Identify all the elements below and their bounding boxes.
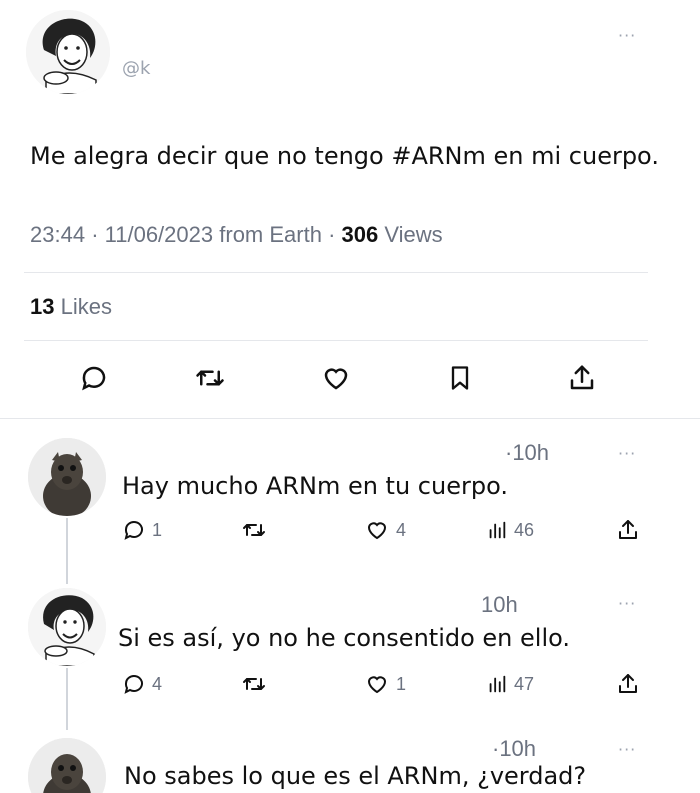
reply-time[interactable]: 10h [481, 592, 518, 618]
bookmark-icon[interactable] [440, 358, 480, 398]
reply-icon [124, 675, 143, 694]
reply-time[interactable]: ·10h [492, 736, 536, 762]
likes-count: 13 [30, 294, 55, 319]
like-count: 4 [396, 519, 407, 540]
tweet-actions [0, 358, 700, 402]
share-icon [619, 674, 637, 693]
likes-summary[interactable]: 13 Likes [30, 294, 112, 320]
more-options-icon[interactable]: ··· [618, 594, 636, 613]
views-button[interactable]: 47 [486, 672, 534, 696]
share-button[interactable] [616, 518, 640, 542]
share-icon [619, 520, 637, 539]
like-icon [367, 522, 387, 540]
author-avatar[interactable] [26, 10, 110, 94]
tweet-date[interactable]: 11/06/2023 [105, 222, 213, 247]
like-button[interactable]: 4 [364, 518, 406, 542]
like-icon[interactable] [316, 358, 356, 398]
reply-button[interactable]: 1 [122, 518, 162, 542]
thread-line [66, 668, 68, 730]
divider [24, 340, 648, 341]
tweet-source: from Earth [219, 222, 322, 247]
share-icon[interactable] [562, 358, 602, 398]
reply-count: 4 [152, 673, 163, 694]
like-count: 1 [396, 673, 407, 694]
reply-time[interactable]: ·10h [505, 440, 549, 466]
thread-line [66, 518, 68, 584]
views-count: 47 [514, 673, 535, 694]
reply-avatar[interactable] [28, 738, 106, 793]
views-icon [489, 521, 506, 539]
more-options-icon[interactable]: ··· [618, 740, 636, 759]
views-label: Views [384, 222, 443, 247]
reply-text: Hay mucho ARNm en tu cuerpo. [122, 472, 508, 500]
retweet-icon [243, 678, 265, 690]
divider [24, 272, 648, 273]
reply-avatar[interactable] [28, 438, 106, 516]
retweet-button[interactable] [240, 672, 268, 696]
reply-count: 1 [152, 519, 163, 540]
views-button[interactable]: 46 [486, 518, 534, 542]
reply-text: Si es así, yo no he consentido en ello. [118, 624, 571, 652]
reply-button[interactable]: 4 [122, 672, 162, 696]
likes-label: Likes [60, 294, 112, 319]
retweet-icon [243, 524, 265, 536]
views-count: 46 [514, 519, 535, 540]
author-handle[interactable]: @k [122, 58, 150, 79]
divider [0, 418, 700, 419]
tweet-text: Me alegra decir que no tengo #ARNm en mi… [30, 142, 659, 170]
retweet-icon[interactable] [190, 358, 230, 398]
like-button[interactable]: 1 [364, 672, 406, 696]
reply-text: No sabes lo que es el ARNm, ¿verdad? [124, 762, 587, 790]
views-count: 306 [341, 222, 379, 247]
reply-icon [124, 521, 143, 540]
like-icon [367, 676, 387, 694]
share-button[interactable] [616, 672, 640, 696]
reply-avatar[interactable] [28, 588, 106, 666]
more-options-icon[interactable]: ··· [618, 26, 636, 45]
reply-icon[interactable] [74, 358, 114, 398]
views-icon [489, 675, 506, 693]
tweet-meta: 23:44 · 11/06/2023 from Earth · 306 View… [30, 222, 443, 247]
more-options-icon[interactable]: ··· [618, 444, 636, 463]
tweet-time[interactable]: 23:44 [30, 222, 85, 247]
retweet-button[interactable] [240, 518, 268, 542]
